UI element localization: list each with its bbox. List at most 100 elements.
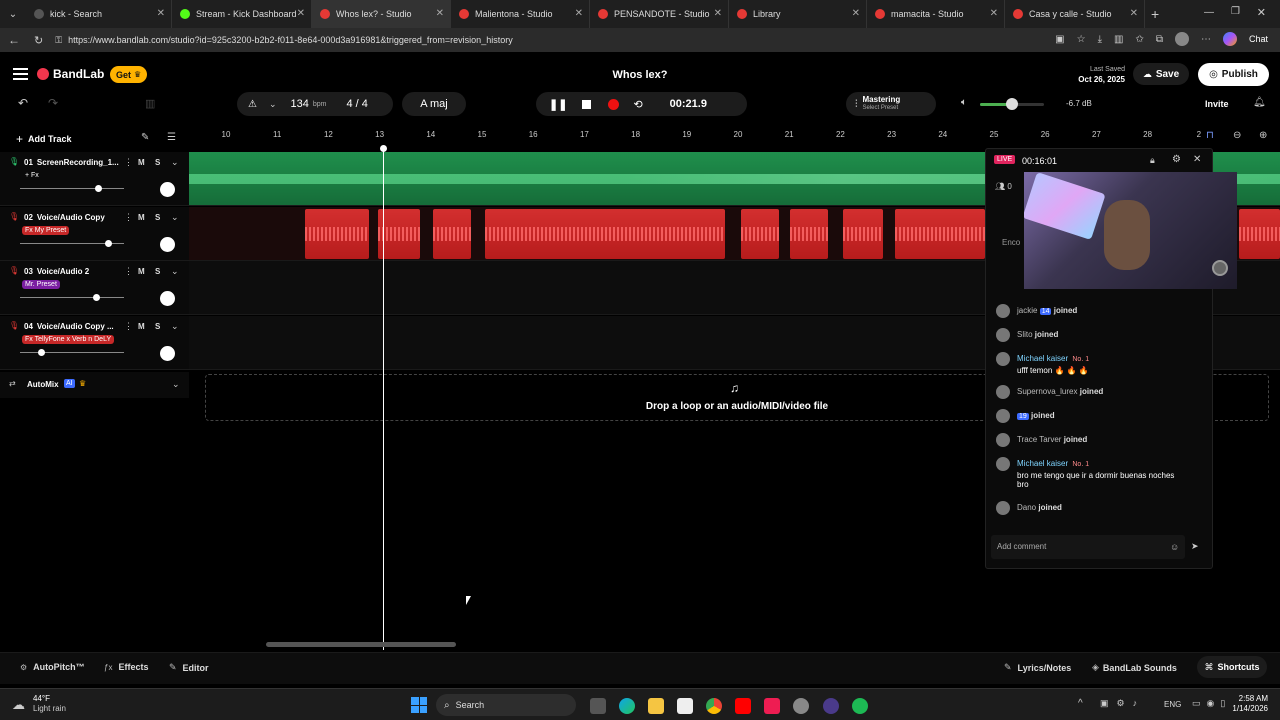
close-tab-icon[interactable]: ✕ [297,8,305,19]
chat-avatar[interactable] [996,385,1010,399]
chrome-icon[interactable] [706,698,722,714]
audio-clip[interactable] [485,208,725,259]
chat-avatar[interactable] [996,328,1010,342]
browser-tab[interactable]: Malientona - Studio ✕ [451,0,590,28]
store-icon[interactable] [677,698,693,714]
draw-tool-icon[interactable]: ✎ [141,132,149,143]
track-header[interactable]: 🎙︎ 04 Voice/Audio Copy ... ⋮ M S ⌄ Fx TellyFone… [0,315,189,370]
save-button[interactable]: ☁ Save [1133,63,1189,85]
weather-icon[interactable]: ☁ [12,697,25,713]
tab-list-icon[interactable]: ⌄ [0,9,26,20]
effects-button[interactable]: ƒx Effects [104,662,148,672]
chat-user[interactable]: Supernova_lurex [1017,387,1077,396]
obs-icon[interactable] [823,698,839,714]
track-more-icon[interactable]: ⋮ [124,157,133,168]
zoom-in-icon[interactable]: ⊕ [1259,130,1267,141]
track-volume-slider[interactable] [20,294,124,301]
track-volume-knob[interactable] [92,294,100,301]
close-tab-icon[interactable]: ✕ [990,8,998,19]
pan-knob[interactable] [160,236,175,252]
playhead[interactable] [380,145,387,650]
browser-tab[interactable]: Casa y calle - Studio ✕ [1005,0,1145,28]
fx-preset-tag[interactable]: Fx My Preset [22,225,70,235]
track-volume-slider[interactable] [20,185,124,192]
loop-icon[interactable]: ⟲ [633,98,642,111]
tempo-value[interactable]: 134 [291,98,309,110]
network-volume-icons[interactable]: ▭◉▯ [1192,698,1231,709]
favorites-icon[interactable]: ✩ [1135,34,1143,45]
track-volume-knob[interactable] [105,239,113,247]
weather-widget[interactable]: 44°F Light rain [33,694,66,714]
record-arm-icon[interactable]: 🎙︎ [9,157,19,166]
tray-icons[interactable]: ▣⚙♪ [1100,698,1145,709]
track-header[interactable]: 🎙︎ 01 ScreenRecording_1... ⋮ M S ⌄ + Fx [0,152,189,206]
edge-icon[interactable] [619,698,635,714]
track-more-icon[interactable]: ⋮ [124,212,133,223]
editor-button[interactable]: ✎ Editor [169,662,209,673]
automix-row[interactable]: ⇄ AutoMix AI ♛ ⌄ [0,372,189,398]
chevron-down-icon[interactable]: ⌄ [171,321,179,332]
pan-knob[interactable] [160,182,175,197]
piano-keys-icon[interactable]: ▥ [145,97,155,110]
pan-knob[interactable] [160,291,175,306]
chat-user[interactable]: Trace Tarver [1017,435,1061,444]
key-selector[interactable]: A maj [402,92,466,116]
track-volume-knob[interactable] [37,348,45,356]
close-window-icon[interactable]: ✕ [1257,6,1266,19]
solo-button[interactable]: S [155,267,160,276]
browser-tab[interactable]: kick - Search ✕ [26,0,172,28]
solo-button[interactable]: S [155,158,160,167]
close-tab-icon[interactable]: ✕ [852,8,860,19]
chat-avatar[interactable] [996,457,1010,471]
audio-clip[interactable] [1239,208,1280,259]
mute-button[interactable]: M [138,267,145,276]
autopitch-button[interactable]: ⚙ AutoPitch™ [20,662,85,672]
track-more-icon[interactable]: ⋮ [124,266,133,277]
chat-user[interactable]: jackie [1017,306,1037,315]
horizontal-scrollbar[interactable] [266,642,456,647]
solo-button[interactable]: S [155,213,160,222]
pause-icon[interactable]: ❚❚ [549,98,567,111]
record-icon[interactable] [608,98,620,110]
pan-knob[interactable] [160,345,175,361]
master-volume-slider[interactable] [980,98,1044,110]
close-tab-icon[interactable]: ✕ [436,8,444,19]
chat-user[interactable]: Dano [1017,503,1036,512]
chat-avatar[interactable] [996,409,1010,423]
record-arm-icon[interactable]: 🎙︎ [9,321,19,330]
master-volume-knob[interactable] [1006,98,1018,110]
sounds-button[interactable]: ◈ BandLab Sounds [1092,662,1177,673]
chat-avatar[interactable] [996,501,1010,515]
tiktok-icon[interactable] [764,698,780,714]
more-menu-icon[interactable]: ⋯ [1201,34,1211,45]
chat-avatar[interactable] [996,433,1010,447]
minimize-icon[interactable]: — [1204,7,1214,18]
chevron-down-icon[interactable]: ⌄ [171,212,179,223]
refresh-icon[interactable]: ↻ [34,34,43,47]
bandlab-logo[interactable]: BandLab [37,67,104,81]
youtube-icon[interactable] [735,698,751,714]
record-arm-icon[interactable]: 🎙︎ [9,212,19,221]
copilot-icon[interactable] [1222,32,1237,46]
undo-icon[interactable]: ↶ [18,96,28,110]
screen-cast-icon[interactable]: ▣ [1055,34,1064,45]
mute-button[interactable]: M [138,322,145,331]
maximize-icon[interactable]: ❐ [1231,6,1240,17]
audio-clip[interactable] [305,208,369,259]
browser-tab[interactable]: Stream - Kick Dashboard ✕ [172,0,312,28]
chevron-down-icon[interactable]: ⌄ [171,157,179,168]
chat-user[interactable]: Slito [1017,330,1033,339]
publish-button[interactable]: ◎ Publish [1198,63,1269,86]
language-indicator[interactable]: ENG [1164,700,1181,709]
download-icon[interactable]: ⤓ [1098,34,1102,45]
track-name[interactable]: 02 Voice/Audio Copy [24,213,124,222]
audio-clip[interactable] [741,208,779,259]
track-header[interactable]: 🎙︎ 03 Voice/Audio 2 ⋮ M S ⌄ Mr. Preset [0,261,189,315]
profile-avatar[interactable] [1174,32,1189,46]
copilot-chat-label[interactable]: Chat [1249,34,1268,44]
track-volume-slider[interactable] [20,348,124,356]
close-panel-icon[interactable]: ✕ [1193,154,1201,165]
comment-input[interactable]: Add comment [991,535,1185,559]
track-name[interactable]: 01 ScreenRecording_1... [24,158,124,167]
track-volume-knob[interactable] [95,185,102,192]
